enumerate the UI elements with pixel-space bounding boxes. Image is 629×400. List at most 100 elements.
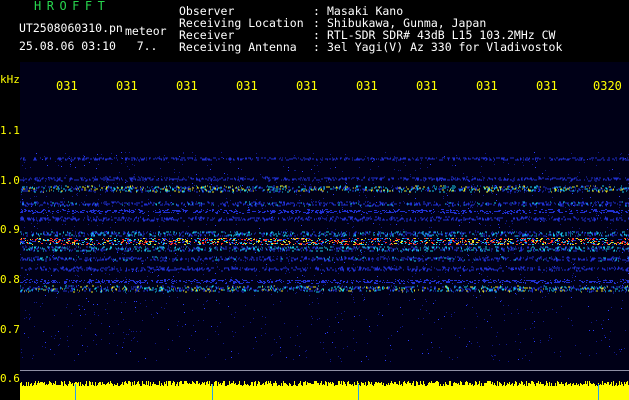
noise-pixel xyxy=(50,255,51,256)
noise-pixel xyxy=(359,179,360,180)
noise-pixel xyxy=(76,194,77,195)
noise-pixel xyxy=(344,281,345,282)
noise-pixel xyxy=(410,174,411,175)
noise-pixel xyxy=(561,306,562,307)
noise-pixel xyxy=(361,207,362,208)
noise-pixel xyxy=(334,332,335,333)
noise-pixel xyxy=(139,161,140,162)
noise-pixel xyxy=(61,161,62,162)
noise-pixel xyxy=(109,343,110,344)
noise-pixel xyxy=(476,327,477,328)
noise-pixel xyxy=(496,194,497,195)
noise-pixel xyxy=(597,201,598,202)
noise-pixel xyxy=(215,249,216,250)
date-time: 25.08.06 03:10 7.. xyxy=(19,39,158,53)
noise-pixel xyxy=(50,349,51,350)
noise-pixel xyxy=(181,208,182,209)
noise-pixel xyxy=(548,293,549,294)
noise-pixel xyxy=(384,255,385,256)
noise-pixel xyxy=(382,315,383,316)
noise-pixel xyxy=(151,314,152,315)
noise-pixel xyxy=(335,254,336,255)
noise-pixel xyxy=(158,275,159,276)
noise-pixel xyxy=(36,279,37,280)
noise-pixel xyxy=(350,270,351,271)
noise-pixel xyxy=(533,338,534,339)
noise-pixel xyxy=(33,355,34,356)
noise-pixel xyxy=(299,346,300,347)
noise-pixel xyxy=(538,312,539,313)
noise-pixel xyxy=(320,162,321,163)
noise-pixel xyxy=(295,293,296,294)
noise-pixel xyxy=(361,254,362,255)
noise-pixel xyxy=(296,292,297,293)
noise-pixel xyxy=(24,284,25,285)
noise-pixel xyxy=(160,239,161,240)
noise-pixel xyxy=(162,203,163,204)
noise-pixel xyxy=(621,349,622,350)
noise-pixel xyxy=(335,347,336,348)
noise-pixel xyxy=(614,352,615,353)
noise-pixel xyxy=(93,304,94,305)
noise-pixel xyxy=(191,287,192,288)
noise-pixel xyxy=(530,328,531,329)
noise-pixel xyxy=(488,310,489,311)
noise-pixel xyxy=(168,162,169,163)
noise-pixel xyxy=(522,358,523,359)
noise-pixel xyxy=(400,327,401,328)
noise-pixel xyxy=(125,277,126,278)
noise-pixel xyxy=(113,183,114,184)
noise-pixel xyxy=(148,199,149,200)
noise-pixel xyxy=(314,165,315,166)
noise-pixel xyxy=(335,317,336,318)
noise-pixel xyxy=(48,207,49,208)
noise-pixel xyxy=(542,272,543,273)
noise-pixel xyxy=(159,156,160,157)
noise-pixel xyxy=(366,319,367,320)
noise-pixel xyxy=(84,165,85,166)
noise-pixel xyxy=(613,293,614,294)
noise-pixel xyxy=(97,304,98,305)
noise-pixel xyxy=(323,348,324,349)
noise-pixel xyxy=(523,298,524,299)
noise-pixel xyxy=(447,256,448,257)
noise-pixel xyxy=(438,319,439,320)
noise-pixel xyxy=(381,227,382,228)
noise-pixel xyxy=(262,316,263,317)
noise-pixel xyxy=(34,196,35,197)
noise-pixel xyxy=(154,176,155,177)
noise-pixel xyxy=(305,178,306,179)
noise-pixel xyxy=(353,299,354,300)
noise-pixel xyxy=(487,276,488,277)
noise-pixel xyxy=(323,342,324,343)
noise-pixel xyxy=(27,206,28,207)
noise-pixel xyxy=(373,183,374,184)
noise-pixel xyxy=(420,163,421,164)
noise-pixel xyxy=(580,187,581,188)
noise-pixel xyxy=(253,318,254,319)
noise-pixel xyxy=(414,299,415,300)
noise-pixel xyxy=(172,183,173,184)
noise-pixel xyxy=(208,354,209,355)
noise-pixel xyxy=(322,245,323,246)
noise-pixel xyxy=(182,326,183,327)
noise-pixel xyxy=(311,316,312,317)
noise-pixel xyxy=(83,253,84,254)
noise-pixel xyxy=(554,266,555,267)
noise-pixel xyxy=(153,317,154,318)
noise-pixel xyxy=(472,262,473,263)
noise-pixel xyxy=(517,192,518,193)
noise-pixel xyxy=(84,309,85,310)
noise-pixel xyxy=(415,170,416,171)
noise-pixel xyxy=(280,301,281,302)
noise-pixel xyxy=(609,346,610,347)
noise-pixel xyxy=(53,255,54,256)
noise-pixel xyxy=(74,360,75,361)
noise-pixel xyxy=(265,317,266,318)
noise-pixel xyxy=(385,152,386,153)
noise-pixel xyxy=(495,185,496,186)
noise-pixel xyxy=(596,213,597,214)
noise-pixel xyxy=(429,227,430,228)
noise-pixel xyxy=(379,312,380,313)
noise-pixel xyxy=(408,340,409,341)
